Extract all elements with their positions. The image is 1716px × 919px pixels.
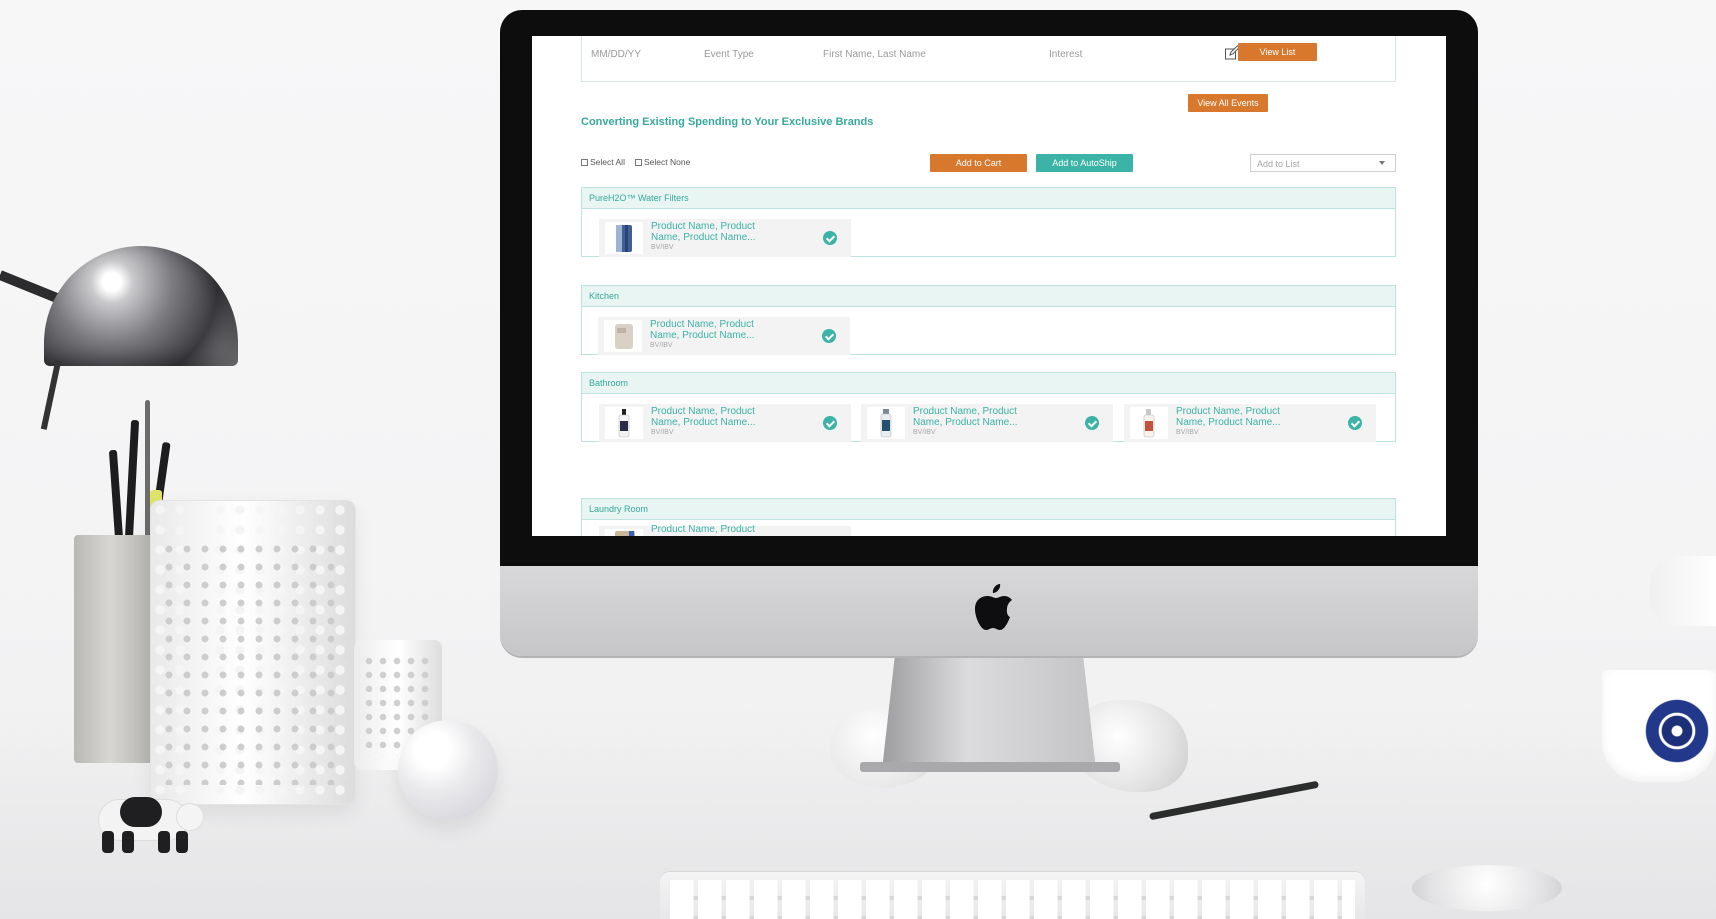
category-name: Kitchen bbox=[589, 291, 620, 301]
category-header: Bathroom bbox=[582, 373, 1395, 394]
teacup bbox=[1602, 670, 1716, 782]
add-to-autoship-button[interactable]: Add to AutoShip bbox=[1036, 154, 1133, 172]
product-name[interactable]: Product Name, Product Name, Product Name… bbox=[650, 319, 775, 341]
teapot bbox=[1650, 556, 1716, 626]
category-laundry-room: Laundry Room Product Name, Product bbox=[581, 498, 1396, 536]
bottle-image bbox=[880, 409, 892, 438]
select-all-option[interactable]: Select All bbox=[581, 157, 625, 167]
imac-stand-foot bbox=[860, 762, 1120, 772]
event-interest: Interest bbox=[1049, 49, 1083, 60]
product-card[interactable]: Product Name, Product Name, Product Name… bbox=[1124, 404, 1376, 442]
check-circle-icon[interactable] bbox=[1348, 416, 1362, 430]
category-header: Laundry Room bbox=[582, 499, 1395, 520]
product-bv: BV/IBV bbox=[913, 429, 936, 436]
pencil bbox=[108, 449, 124, 541]
product-thumbnail[interactable] bbox=[605, 529, 643, 536]
apple-logo-icon bbox=[975, 584, 1012, 630]
select-none-option[interactable]: Select None bbox=[635, 157, 690, 167]
add-to-cart-button[interactable]: Add to Cart bbox=[930, 154, 1027, 172]
water-filter-image bbox=[616, 225, 632, 252]
bottle-image bbox=[1143, 409, 1155, 438]
product-card[interactable]: Product Name, Product Name, Product Name… bbox=[599, 404, 851, 442]
select-none-label: Select None bbox=[644, 157, 691, 167]
select-all-label: Select All bbox=[590, 157, 625, 167]
category-kitchen: Kitchen Product Name, Product Name, Prod… bbox=[581, 285, 1396, 355]
category-name: Laundry Room bbox=[589, 504, 649, 514]
product-bv: BV/IBV bbox=[651, 244, 674, 251]
laundry-product-image bbox=[615, 531, 635, 536]
product-name[interactable]: Product Name, Product bbox=[651, 524, 776, 535]
product-bv: BV/IBV bbox=[1176, 429, 1199, 436]
select-none-checkbox[interactable] bbox=[635, 158, 642, 166]
desk-scene: MM/DD/YY Event Type First Name, Last Nam… bbox=[0, 0, 1716, 919]
chevron-down-icon bbox=[1379, 161, 1385, 165]
select-all-checkbox[interactable] bbox=[581, 158, 588, 166]
add-to-list-label: Add to List bbox=[1257, 159, 1300, 169]
product-name[interactable]: Product Name, Product Name, Product Name… bbox=[651, 221, 776, 243]
desk-lamp bbox=[44, 246, 238, 366]
product-thumbnail[interactable] bbox=[1130, 407, 1168, 439]
panda-figurine bbox=[80, 785, 204, 857]
add-to-list-dropdown[interactable]: Add to List bbox=[1250, 154, 1396, 172]
imac-stand bbox=[882, 656, 1096, 770]
bottle-image bbox=[618, 409, 630, 438]
event-type: Event Type bbox=[704, 49, 754, 60]
keyboard bbox=[660, 872, 1365, 919]
view-all-events-button[interactable]: View All Events bbox=[1188, 94, 1268, 112]
view-list-button[interactable]: View List bbox=[1238, 43, 1317, 61]
category-name: PureH2O™ Water Filters bbox=[589, 193, 689, 203]
product-name[interactable]: Product Name, Product Name, Product Name… bbox=[1176, 406, 1301, 428]
imac-screen: MM/DD/YY Event Type First Name, Last Nam… bbox=[532, 36, 1446, 536]
kitchen-appliance-image bbox=[615, 324, 633, 349]
product-bv: BV/IBV bbox=[650, 342, 673, 349]
category-header: PureH2O™ Water Filters bbox=[582, 188, 1395, 209]
category-name: Bathroom bbox=[589, 378, 629, 388]
product-thumbnail[interactable] bbox=[867, 407, 905, 439]
check-circle-icon[interactable] bbox=[823, 231, 837, 245]
product-card[interactable]: Product Name, Product Name, Product Name… bbox=[861, 404, 1113, 442]
product-thumbnail[interactable] bbox=[605, 222, 643, 254]
lamp-stem bbox=[40, 360, 62, 430]
product-thumbnail[interactable] bbox=[605, 407, 643, 439]
event-contact-name: First Name, Last Name bbox=[823, 49, 926, 60]
candle-holder-large bbox=[150, 500, 356, 805]
category-water-filters: PureH2O™ Water Filters Product Name, Pro… bbox=[581, 187, 1396, 257]
category-header: Kitchen bbox=[582, 286, 1395, 307]
event-date: MM/DD/YY bbox=[591, 49, 641, 60]
product-name[interactable]: Product Name, Product Name, Product Name… bbox=[913, 406, 1038, 428]
pen bbox=[124, 419, 140, 541]
category-bathroom: Bathroom Product Name, Product Name, Pro… bbox=[581, 372, 1396, 442]
section-title: Converting Existing Spending to Your Exc… bbox=[581, 116, 874, 128]
product-card[interactable]: Product Name, Product bbox=[599, 524, 851, 536]
check-circle-icon[interactable] bbox=[822, 329, 836, 343]
product-name[interactable]: Product Name, Product Name, Product Name… bbox=[651, 406, 776, 428]
product-bv: BV/IBV bbox=[651, 429, 674, 436]
product-card[interactable]: Product Name, Product Name, Product Name… bbox=[598, 317, 850, 355]
mouse bbox=[1412, 865, 1562, 911]
glass-ornament bbox=[398, 720, 498, 820]
check-circle-icon[interactable] bbox=[1085, 416, 1099, 430]
product-card[interactable]: Product Name, Product Name, Product Name… bbox=[599, 219, 851, 257]
product-thumbnail[interactable] bbox=[604, 320, 642, 352]
event-row: MM/DD/YY Event Type First Name, Last Nam… bbox=[581, 36, 1396, 82]
check-circle-icon[interactable] bbox=[823, 416, 837, 430]
